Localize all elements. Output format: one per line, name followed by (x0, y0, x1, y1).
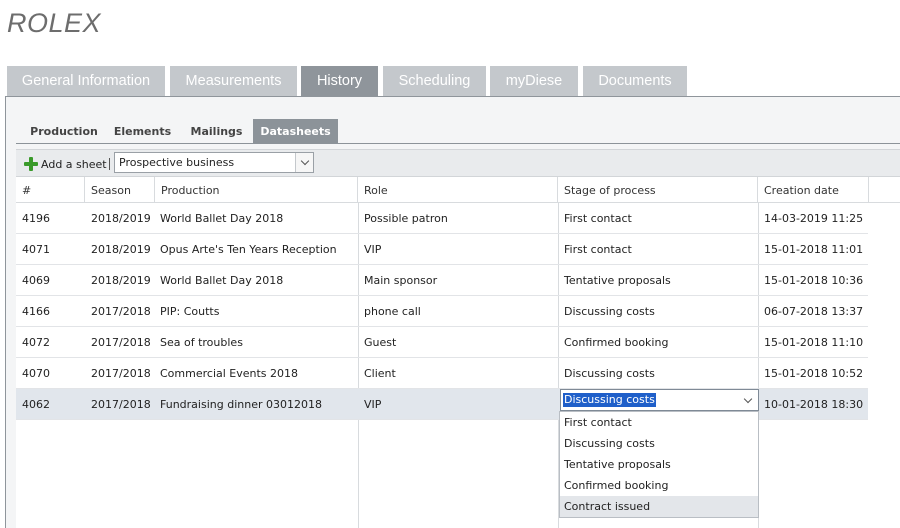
cell-role: VIP (364, 398, 382, 411)
column-header-id[interactable]: # (16, 177, 85, 203)
cell-creation-date: 10-01-2018 18:30 (764, 398, 864, 411)
sheet-type-value: Prospective business (119, 156, 235, 169)
cell-role: Main sponsor (364, 274, 438, 287)
column-header-creation-date[interactable]: Creation date (758, 177, 869, 203)
cell-season: 2018/2019 (91, 212, 151, 225)
tab-history[interactable]: History (301, 66, 378, 96)
cell-creation-date: 15-01-2018 10:52 (764, 367, 864, 380)
stage-of-process-combobox[interactable]: Discussing costs (560, 389, 759, 411)
subtab-datasheets[interactable]: Datasheets (253, 119, 338, 143)
subtab-mailings[interactable]: Mailings (183, 119, 250, 143)
cell-production: World Ballet Day 2018 (160, 212, 284, 225)
table-row[interactable]: 4072 2017/2018 Sea of troubles Guest Con… (16, 327, 868, 358)
cell-creation-date: 14-03-2019 11:25 (764, 212, 864, 225)
tab-mydiese[interactable]: myDiese (490, 66, 578, 96)
cell-season: 2017/2018 (91, 336, 151, 349)
cell-stage: Tentative proposals (564, 274, 671, 287)
cell-stage: Confirmed booking (564, 336, 669, 349)
stage-of-process-input-value[interactable]: Discussing costs (563, 393, 656, 407)
cell-creation-date: 06-07-2018 13:37 (764, 305, 864, 318)
table-row[interactable]: 4071 2018/2019 Opus Arte's Ten Years Rec… (16, 234, 868, 265)
chevron-down-icon[interactable] (295, 153, 313, 172)
cell-season: 2017/2018 (91, 305, 151, 318)
cell-production: Fundraising dinner 03012018 (160, 398, 322, 411)
cell-production: Sea of troubles (160, 336, 243, 349)
add-sheet-label: Add a sheet (41, 157, 107, 171)
column-header-season[interactable]: Season (85, 177, 155, 203)
cell-season: 2018/2019 (91, 274, 151, 287)
datasheet-toolbar: Add a sheet Prospective business (16, 149, 900, 177)
column-header-production[interactable]: Production (155, 177, 358, 203)
tab-scheduling[interactable]: Scheduling (383, 66, 486, 96)
chevron-down-icon[interactable] (740, 392, 756, 408)
sub-tab-underline (16, 143, 900, 144)
cell-id: 4062 (22, 398, 50, 411)
cell-role: Guest (364, 336, 397, 349)
table-row[interactable]: 4166 2017/2018 PIP: Coutts phone call Di… (16, 296, 868, 327)
plus-icon (24, 157, 38, 171)
cell-stage: First contact (564, 212, 632, 225)
grid-header: # Season Production Role Stage of proces… (16, 177, 900, 203)
cell-creation-date: 15-01-2018 10:36 (764, 274, 864, 287)
app-title: ROLEX (7, 8, 102, 38)
cell-stage: Discussing costs (564, 305, 655, 318)
datasheet-grid: # Season Production Role Stage of proces… (16, 177, 900, 528)
table-row[interactable]: 4196 2018/2019 World Ballet Day 2018 Pos… (16, 203, 868, 234)
cell-stage: First contact (564, 243, 632, 256)
cell-role: VIP (364, 243, 382, 256)
cell-production: Commercial Events 2018 (160, 367, 299, 380)
dropdown-option-confirmed-booking[interactable]: Confirmed booking (560, 475, 758, 496)
cell-id: 4070 (22, 367, 50, 380)
add-sheet-button[interactable]: Add a sheet (24, 155, 107, 173)
tab-general-information[interactable]: General Information (7, 66, 165, 96)
cell-id: 4072 (22, 336, 50, 349)
dropdown-option-contract-issued[interactable]: Contract issued (560, 496, 758, 517)
tab-documents[interactable]: Documents (583, 66, 687, 96)
cell-role: Client (364, 367, 396, 380)
dropdown-option-first-contact[interactable]: First contact (560, 412, 758, 433)
cell-production: Opus Arte's Ten Years Reception (160, 243, 337, 256)
cell-creation-date: 15-01-2018 11:10 (764, 336, 864, 349)
subtab-production[interactable]: Production (24, 119, 104, 143)
subtab-elements[interactable]: Elements (110, 119, 175, 143)
cell-role: phone call (364, 305, 421, 318)
cell-role: Possible patron (364, 212, 448, 225)
stage-of-process-dropdown: First contact Discussing costs Tentative… (559, 411, 759, 518)
tab-measurements[interactable]: Measurements (170, 66, 297, 96)
table-row[interactable]: 4069 2018/2019 World Ballet Day 2018 Mai… (16, 265, 868, 296)
toolbar-separator (109, 158, 110, 170)
table-row[interactable]: 4070 2017/2018 Commercial Events 2018 Cl… (16, 358, 868, 389)
sheet-type-select[interactable]: Prospective business (114, 152, 314, 173)
cell-season: 2018/2019 (91, 243, 151, 256)
cell-production: PIP: Coutts (160, 305, 220, 318)
cell-season: 2017/2018 (91, 398, 151, 411)
cell-creation-date: 15-01-2018 11:01 (764, 243, 864, 256)
cell-id: 4196 (22, 212, 50, 225)
cell-stage: Discussing costs (564, 367, 655, 380)
column-header-role[interactable]: Role (358, 177, 558, 203)
cell-id: 4166 (22, 305, 50, 318)
dropdown-option-discussing-costs[interactable]: Discussing costs (560, 433, 758, 454)
cell-id: 4069 (22, 274, 50, 287)
cell-id: 4071 (22, 243, 50, 256)
column-header-stage[interactable]: Stage of process (558, 177, 758, 203)
cell-production: World Ballet Day 2018 (160, 274, 284, 287)
cell-season: 2017/2018 (91, 367, 151, 380)
dropdown-option-tentative-proposals[interactable]: Tentative proposals (560, 454, 758, 475)
